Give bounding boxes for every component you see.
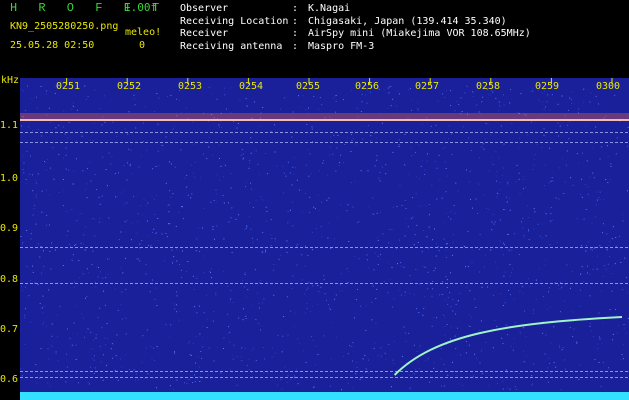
carrier-band [20, 113, 629, 121]
x-tick-label: 0254 [239, 81, 264, 92]
x-tick-label: 0255 [296, 81, 321, 92]
x-tick-label: 0258 [476, 81, 501, 92]
x-axis-ticks [66, 78, 613, 84]
x-tick-label: 0256 [355, 81, 380, 92]
carrier-lines [20, 119, 629, 378]
x-tick-label: 0259 [535, 81, 560, 92]
spectrogram-chart [20, 78, 629, 400]
x-tick-label: 0253 [178, 81, 203, 92]
x-tick-label: 0300 [596, 81, 621, 92]
x-tick-label: 0257 [415, 81, 440, 92]
meteor-trail [393, 316, 623, 376]
x-tick-label: 0252 [117, 81, 142, 92]
noise-floor-bar [20, 392, 629, 400]
noise-speckle [20, 85, 629, 391]
x-tick-label: 0251 [56, 81, 81, 92]
